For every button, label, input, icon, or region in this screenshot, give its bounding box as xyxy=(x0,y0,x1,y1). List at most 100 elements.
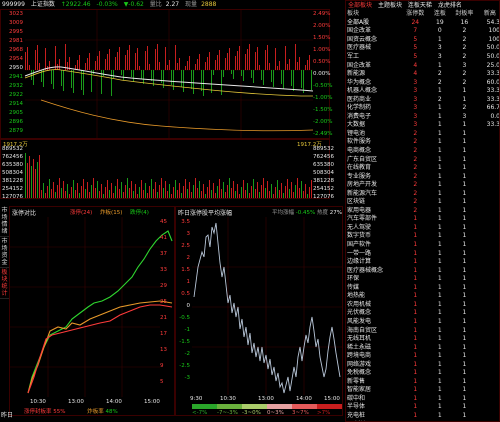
table-row[interactable]: 网络游戏 1 1 1 xyxy=(346,360,499,369)
col-header[interactable]: 连板 xyxy=(430,10,450,19)
table-row[interactable]: 无人驾驶 1 1 1 xyxy=(346,224,499,233)
table-row[interactable]: 机器人概念 3 1 1 33.3 xyxy=(346,87,499,96)
table-row[interactable]: 房地产开发 2 1 1 xyxy=(346,181,499,190)
volume-bar xyxy=(71,187,72,198)
table-row[interactable]: 化学制药 3 1 2 66.7 xyxy=(346,104,499,113)
side-tab-mood[interactable]: 市场情绪 xyxy=(0,206,9,237)
streak-count: 1 xyxy=(437,198,442,206)
table-row[interactable]: 免税概念 1 1 1 xyxy=(346,369,499,378)
index-price-chart[interactable]: 3023 3009 2995 2981 2968 2954 2950 2941 … xyxy=(0,9,333,140)
table-row[interactable]: 光伏概念 1 1 1 xyxy=(346,309,499,318)
seal-count: 1 xyxy=(462,369,467,377)
table-row[interactable]: 数字货币 1 1 1 xyxy=(346,232,499,241)
table-row[interactable]: 风能发电 1 1 1 xyxy=(346,318,499,327)
table-row[interactable]: 汽车零部件 1 1 1 xyxy=(346,215,499,224)
limitup-count: 1 xyxy=(413,232,418,240)
seal-count: 1 xyxy=(462,403,467,411)
col-header[interactable]: 封板率 xyxy=(450,10,479,19)
table-row[interactable]: 锂电池 2 1 1 xyxy=(346,130,499,139)
new-high xyxy=(479,326,499,335)
table-row[interactable]: 半导体 1 1 1 xyxy=(346,403,499,412)
index-bar xyxy=(107,54,108,70)
tab-all[interactable]: 全部板块 xyxy=(348,1,372,10)
table-row[interactable]: 广东自贸区 2 1 1 xyxy=(346,155,499,164)
table-row[interactable]: 跨境电商 1 1 1 xyxy=(346,352,499,361)
new-high: 33.3 xyxy=(486,95,500,103)
limitup-count: 2 xyxy=(413,138,418,146)
table-row[interactable]: 国企改革 7 0 2 100 xyxy=(346,27,499,36)
side-tab-sector[interactable]: 板块统计 xyxy=(0,268,9,299)
index-bar xyxy=(185,66,186,70)
perf-chart[interactable]: 昨日涨停股平均涨幅 平均涨幅 -0.45% 热度 27% 3.5 3 2.5 2… xyxy=(175,206,343,416)
bottom-tab-yesterday[interactable]: 昨日 xyxy=(1,410,13,419)
tab-ladder[interactable]: 连板天梯 xyxy=(408,1,432,10)
limitup-count: 2 xyxy=(413,155,418,163)
seal-count: 1 xyxy=(462,147,467,155)
streak-count: 1 xyxy=(437,155,442,163)
table-row[interactable]: 专业服务 2 1 1 xyxy=(346,172,499,181)
table-row[interactable]: 碳中和 1 1 1 xyxy=(346,395,499,404)
table-row[interactable]: 国产软件 1 1 1 xyxy=(346,241,499,250)
seal-count: 1 xyxy=(462,275,467,283)
tab-theme[interactable]: 主题板块 xyxy=(378,1,402,10)
streak-count: 19 xyxy=(436,18,444,26)
limitup-count: 1 xyxy=(413,360,418,368)
table-row[interactable]: 地热能 1 1 1 xyxy=(346,292,499,301)
table-row[interactable]: 医药商业 3 2 1 33.3 xyxy=(346,95,500,104)
table-row[interactable]: 新能源 4 2 2 33.3 xyxy=(346,70,499,79)
tab-dragon[interactable]: 龙虎排名 xyxy=(438,1,462,10)
table-row[interactable]: 一带一路 1 1 1 xyxy=(346,249,499,258)
table-row[interactable]: 海南自贸区 1 1 1 xyxy=(346,326,499,335)
index-bar xyxy=(195,64,196,70)
col-header[interactable]: 涨停数 xyxy=(401,10,430,19)
dist-seg xyxy=(217,404,242,409)
table-row[interactable]: 稀土永磁 1 1 1 xyxy=(346,343,499,352)
table-row[interactable]: 边缘计算 1 1 1 xyxy=(346,258,499,267)
table-row[interactable]: 传媒 1 1 1 xyxy=(346,284,499,293)
volume-bar xyxy=(219,179,220,198)
table-row[interactable]: 医疗器械 5 3 2 50.0 xyxy=(346,44,499,53)
y-tick: 21 xyxy=(160,315,167,321)
volume-bar xyxy=(263,178,264,198)
volume-bar xyxy=(245,190,246,198)
table-row[interactable]: 军工 5 3 2 50.0 xyxy=(346,53,500,62)
col-header[interactable]: 新高 xyxy=(479,10,499,19)
table-row[interactable]: 国资云概念 5 1 2 100 xyxy=(346,36,499,45)
seal-count: 1 xyxy=(462,249,467,257)
table-row[interactable]: 充电桩 1 1 1 xyxy=(346,412,499,421)
table-row[interactable]: 医疗器械概念 1 1 1 xyxy=(346,266,499,275)
table-row[interactable]: 全部A股 24 19 16 54.3 xyxy=(346,18,499,28)
limitup-count: 1 xyxy=(413,335,418,343)
volume-bar xyxy=(205,194,206,198)
breadth-chart[interactable]: 涨停对比 涨停(24) 炸板(15) 跌停(4) 45 41 37 33 29 … xyxy=(9,206,175,416)
table-row[interactable]: 软件服务 2 1 1 xyxy=(346,138,499,147)
table-row[interactable]: 在线教育 2 1 1 xyxy=(346,164,499,173)
col-header[interactable]: 板块 xyxy=(346,10,401,19)
table-row[interactable]: 大数据 3 1 1 33.3 xyxy=(346,121,499,130)
new-high xyxy=(479,386,499,395)
table-row[interactable]: 新能源汽车 2 1 1 xyxy=(346,189,499,198)
new-high: 50.0 xyxy=(486,53,500,60)
table-row[interactable]: 农用机械 1 1 1 xyxy=(346,301,499,310)
breadth-svg xyxy=(10,217,173,397)
side-tab-funds[interactable]: 市场资金 xyxy=(0,237,9,268)
table-row[interactable]: 华为概念 3 2 2 60.0 xyxy=(346,78,499,87)
y-tick: 41 xyxy=(160,235,167,241)
index-volume-chart[interactable]: 1917.2万 1917.2万 889532 762456 635380 508… xyxy=(0,139,334,200)
streak-count: 1 xyxy=(437,87,442,95)
table-row[interactable]: 国企改革 4 1 3 25.0 xyxy=(346,61,499,70)
volume-bar xyxy=(251,186,252,198)
y-tick-pct: -1.00% xyxy=(313,95,333,101)
table-row[interactable]: 区块链 2 1 1 xyxy=(346,198,499,207)
volume-bar xyxy=(125,185,126,198)
table-row[interactable]: 消费电子 3 1 3 0.0 xyxy=(346,113,499,122)
volume-bar xyxy=(159,185,160,198)
cur-vol-value: 2888 xyxy=(201,1,217,8)
table-row[interactable]: 家用电器 2 1 1 xyxy=(346,207,499,216)
table-row[interactable]: 智能家居 1 1 1 xyxy=(346,386,499,395)
y-tick: 9 xyxy=(160,363,164,369)
table-row[interactable]: 电商概念 2 1 1 xyxy=(346,147,499,156)
table-row[interactable]: 新零售 1 1 1 xyxy=(346,378,499,387)
table-row[interactable]: 环保 1 1 1 xyxy=(346,275,499,284)
table-row[interactable]: 无线耳机 1 1 1 xyxy=(346,335,499,344)
